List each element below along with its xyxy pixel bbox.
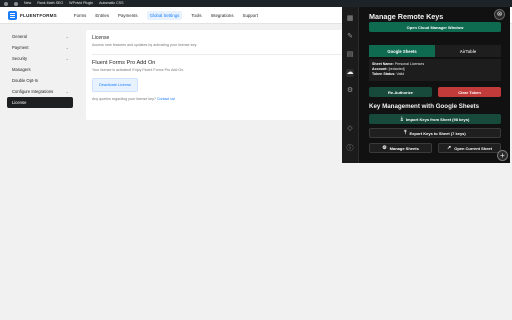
wp-admin-bar: New Rank Math SEO WPvivid Plugin Automat… <box>0 0 512 7</box>
key-management-heading: Key Management with Google Sheets <box>369 103 480 110</box>
license-contact-text: Any queries regarding your license key? … <box>92 97 370 101</box>
license-subtitle: Access new features and updates by activ… <box>92 43 198 47</box>
sidebar-item-configure-integrations[interactable]: Configure Integrations ⌄ <box>7 86 73 97</box>
sidebar-item-license[interactable]: License <box>7 97 73 108</box>
deactivate-license-button[interactable]: Deactivate License <box>92 78 139 92</box>
nav-forms[interactable]: Forms <box>74 13 86 18</box>
cloud-icon[interactable]: ☁ <box>346 69 354 77</box>
nav-global-settings[interactable]: Global Settings <box>146 10 183 20</box>
nav-integrations[interactable]: Integrations <box>211 13 234 18</box>
sidebar-item-label: Managers <box>12 67 31 72</box>
nav-entries[interactable]: Entries <box>95 13 109 18</box>
sidebar-item-double-opt-in[interactable]: Double Opt-In <box>7 75 73 86</box>
home-icon[interactable] <box>14 1 18 6</box>
chevron-down-icon: ⌄ <box>65 56 69 61</box>
sidebar-item-security[interactable]: Security ⌄ <box>7 53 73 64</box>
admin-bar-rank-math[interactable]: Rank Math SEO <box>37 0 63 7</box>
pro-addon-title: Fluent Forms Pro Add On <box>92 60 156 66</box>
tab-google-sheets[interactable]: Google Sheets <box>369 45 435 57</box>
code-icon[interactable]: ◇ <box>346 125 354 133</box>
fluent-forms-logo-icon <box>8 10 17 20</box>
plus-icon: + <box>500 151 505 160</box>
reauthorize-button[interactable]: Re-Authorize <box>369 87 432 97</box>
export-keys-label: Export Keys to Sheet (7 keys) <box>409 130 466 136</box>
import-keys-label: Import Keys from Sheet (98 keys) <box>405 116 470 122</box>
grid-icon[interactable]: ▦ <box>346 15 354 23</box>
contact-prefix: Any queries regarding your license key? <box>92 97 156 101</box>
chevron-down-icon: ⌄ <box>65 89 69 94</box>
tab-airtable[interactable]: AirTable <box>435 45 501 57</box>
token-status-line: Token Status: Valid <box>372 72 498 77</box>
sidebar-item-label: General <box>12 34 27 39</box>
pen-icon[interactable]: ✎ <box>346 33 354 41</box>
sidebar-item-label: Payment <box>12 45 29 50</box>
gear-icon[interactable]: ⚙ <box>346 87 354 95</box>
sheet-name-value: Personal Licenses <box>394 62 425 66</box>
close-button[interactable]: ⊗ <box>494 9 505 20</box>
contact-us-link[interactable]: Contact us! <box>157 97 175 101</box>
add-button[interactable]: + <box>497 150 508 161</box>
clear-token-button[interactable]: Clear Token <box>438 87 501 97</box>
token-status-value: Valid <box>396 72 405 76</box>
open-cloud-manager-button[interactable]: Open Cloud Manager Window <box>369 22 501 32</box>
extension-icon-rail: ▦ ✎ ▤ ☁ ⚙ ◇ ⓘ <box>342 7 359 163</box>
brand-name: FLUENTFORMS <box>20 12 57 18</box>
open-current-sheet-label: Open Current Sheet <box>454 145 492 151</box>
calendar-icon[interactable]: ▤ <box>346 51 354 59</box>
nav-support[interactable]: Support <box>243 13 258 18</box>
chevron-down-icon: ⌄ <box>65 45 69 50</box>
sidebar-item-managers[interactable]: Managers <box>7 64 73 75</box>
license-title: License <box>92 35 110 41</box>
admin-bar-automatic-css[interactable]: Automatic CSS <box>99 0 123 7</box>
panel-title: Manage Remote Keys <box>369 12 444 21</box>
provider-tabs: Google Sheets AirTable <box>369 45 501 57</box>
chevron-down-icon: ⌄ <box>65 34 69 39</box>
account-label: Account: <box>372 67 388 71</box>
sidebar-item-payment[interactable]: Payment ⌄ <box>7 42 73 53</box>
admin-bar-wpvivid[interactable]: WPvivid Plugin <box>69 0 93 7</box>
sheet-name-label: Sheet Name: <box>372 62 394 66</box>
account-value: [redacted] <box>388 67 405 71</box>
sidebar-item-label: Double Opt-In <box>12 78 39 83</box>
sheet-info-box: Sheet Name: Personal Licenses Account: [… <box>369 59 501 81</box>
open-current-sheet-button[interactable]: ↗ Open Current Sheet <box>438 143 501 153</box>
divider <box>92 54 370 55</box>
download-icon: ⤓ <box>400 116 403 122</box>
export-keys-button[interactable]: ⤒ Export Keys to Sheet (7 keys) <box>369 128 501 138</box>
manage-sheets-button[interactable]: ⚙ Manage Sheets <box>369 143 432 153</box>
info-icon[interactable]: ⓘ <box>346 145 354 153</box>
fluent-forms-logo[interactable]: FLUENTFORMS <box>8 10 57 20</box>
upload-icon: ⤒ <box>404 130 407 136</box>
sidebar-item-label: Configure Integrations <box>12 89 54 94</box>
close-icon: ⊗ <box>496 11 503 18</box>
external-link-icon: ↗ <box>447 145 452 151</box>
nav-payments[interactable]: Payments <box>118 13 138 18</box>
pro-addon-status: Your license is activated! Enjoy Fluent … <box>92 68 185 72</box>
manage-remote-keys-panel: Manage Remote Keys ⊗ Open Cloud Manager … <box>359 7 510 163</box>
token-status-label: Token Status: <box>372 72 396 76</box>
license-card: License Access new features and updates … <box>86 30 376 120</box>
sidebar-item-general[interactable]: General ⌄ <box>7 31 73 42</box>
nav-tools[interactable]: Tools <box>191 13 201 18</box>
admin-bar-new[interactable]: New <box>24 0 31 7</box>
import-keys-button[interactable]: ⤓ Import Keys from Sheet (98 keys) <box>369 114 501 124</box>
settings-sidebar: General ⌄ Payment ⌄ Security ⌄ Managers … <box>7 31 73 108</box>
sidebar-item-label: Security <box>12 56 28 61</box>
gear-icon: ⚙ <box>382 145 387 151</box>
manage-sheets-label: Manage Sheets <box>389 145 419 151</box>
wordpress-icon[interactable] <box>4 1 8 6</box>
sidebar-item-label: License <box>12 100 27 105</box>
